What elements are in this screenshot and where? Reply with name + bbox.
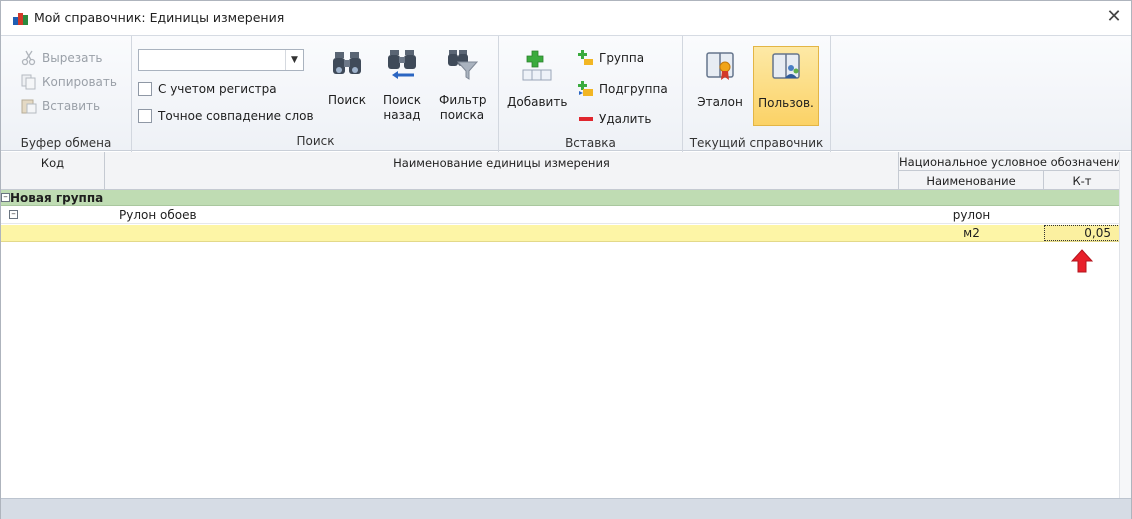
filter-label-line1: Фильтр: [439, 93, 487, 107]
add-subgroup-button[interactable]: Подгруппа: [578, 79, 668, 99]
insert-group: Добавить Группа Подгруппа Удалить Вставк…: [499, 36, 683, 152]
find-back-label-line1: Поиск: [382, 93, 421, 107]
filter-label-line2: поиска: [439, 108, 485, 122]
copy-icon: [21, 74, 36, 90]
add-group-label: Группа: [599, 51, 645, 65]
collapse-icon[interactable]: –: [9, 210, 18, 219]
user-label: Пользов.: [758, 96, 814, 110]
add-button[interactable]: Добавить: [507, 50, 567, 110]
column-header-coef[interactable]: К-т: [1044, 171, 1121, 190]
window-title: Мой справочник: Единицы измерения: [34, 10, 285, 25]
units-grid: Код Наименование единицы измерения Нацио…: [1, 152, 1131, 498]
copy-label: Копировать: [42, 75, 117, 89]
filter-label: Фильтр поиска: [439, 93, 487, 123]
group-row[interactable]: – Новая группа: [1, 190, 1121, 206]
ribbon: Вырезать Копировать Вставить Буфер обмен…: [1, 35, 1131, 152]
group-plus-icon: [578, 50, 593, 65]
delete-button[interactable]: Удалить: [578, 109, 652, 129]
case-sensitive-box[interactable]: [138, 82, 152, 96]
clipboard-caption: Буфер обмена: [20, 136, 112, 150]
book-ribbon-icon: [706, 52, 734, 80]
minus-icon: [579, 117, 593, 121]
search-combobox[interactable]: ▼: [138, 49, 304, 71]
red-up-arrow-icon: [1071, 249, 1093, 273]
close-button[interactable]: ✕: [1101, 5, 1127, 31]
insert-caption: Вставка: [565, 136, 616, 150]
add-row-icon: [522, 50, 552, 81]
case-sensitive-label: С учетом регистра: [158, 82, 277, 96]
find-back-label: Поиск назад: [379, 93, 425, 123]
user-button[interactable]: Пользов.: [753, 46, 819, 126]
cell-coef-focused[interactable]: 0,05: [1044, 225, 1120, 241]
cell-name: Рулон обоев: [119, 208, 197, 222]
case-sensitive-checkbox[interactable]: С учетом регистра: [138, 82, 277, 96]
paste-label: Вставить: [42, 99, 101, 113]
standard-button[interactable]: Эталон: [693, 50, 747, 110]
book-user-icon: [772, 53, 800, 79]
scissors-icon: [21, 50, 36, 66]
binoculars-back-icon: [388, 50, 416, 79]
find-back-label-line2: назад: [383, 108, 421, 122]
column-header-nat-name[interactable]: Наименование: [899, 171, 1044, 190]
paste-icon: [21, 99, 37, 114]
standard-label: Эталон: [697, 95, 743, 109]
column-header-national[interactable]: Национальное условное обозначение: [899, 152, 1121, 171]
title-bar: Мой справочник: Единицы измерения ✕: [1, 1, 1131, 35]
cell-nat-name: м2: [963, 226, 980, 240]
chevron-down-icon[interactable]: ▼: [285, 50, 303, 70]
add-subgroup-label: Подгруппа: [599, 82, 668, 96]
find-button[interactable]: Поиск: [324, 48, 370, 108]
add-label: Добавить: [507, 95, 568, 109]
add-group-button[interactable]: Группа: [578, 48, 644, 68]
filter-icon: [448, 50, 479, 80]
cell-nat-name: рулон: [952, 208, 991, 222]
delete-label: Удалить: [599, 112, 652, 126]
vertical-scrollbar[interactable]: [1119, 152, 1131, 498]
exact-match-checkbox[interactable]: Точное совпадение слов: [138, 109, 314, 123]
group-row-label: Новая группа: [10, 191, 104, 205]
current-reference-caption: Текущий справочник: [689, 136, 824, 150]
subgroup-plus-icon: [578, 81, 593, 96]
paste-button[interactable]: Вставить: [21, 96, 100, 116]
copy-button[interactable]: Копировать: [21, 72, 117, 92]
app-logo-icon: [13, 13, 28, 25]
status-bar: [1, 498, 1131, 519]
column-header-name[interactable]: Наименование единицы измерения: [105, 152, 899, 190]
table-row[interactable]: – Рулон обоев рулон: [1, 207, 1121, 224]
binoculars-icon: [333, 52, 361, 74]
clipboard-group: Вырезать Копировать Вставить Буфер обмен…: [1, 36, 132, 152]
column-header-code[interactable]: Код: [1, 152, 105, 190]
cut-label: Вырезать: [42, 51, 103, 65]
find-back-button[interactable]: Поиск назад: [379, 48, 425, 123]
find-label: Поиск: [327, 93, 366, 107]
search-filter-button[interactable]: Фильтр поиска: [439, 48, 487, 123]
exact-match-box[interactable]: [138, 109, 152, 123]
cut-button[interactable]: Вырезать: [21, 48, 103, 68]
search-caption: Поиск: [296, 134, 335, 148]
collapse-icon[interactable]: –: [1, 193, 10, 202]
table-row-selected[interactable]: м2 0,05: [1, 225, 1121, 242]
exact-match-label: Точное совпадение слов: [158, 109, 314, 123]
app-window: Мой справочник: Единицы измерения ✕ Выре…: [0, 0, 1132, 519]
current-reference-group: Эталон Пользов. Текущий справочник: [683, 36, 831, 152]
